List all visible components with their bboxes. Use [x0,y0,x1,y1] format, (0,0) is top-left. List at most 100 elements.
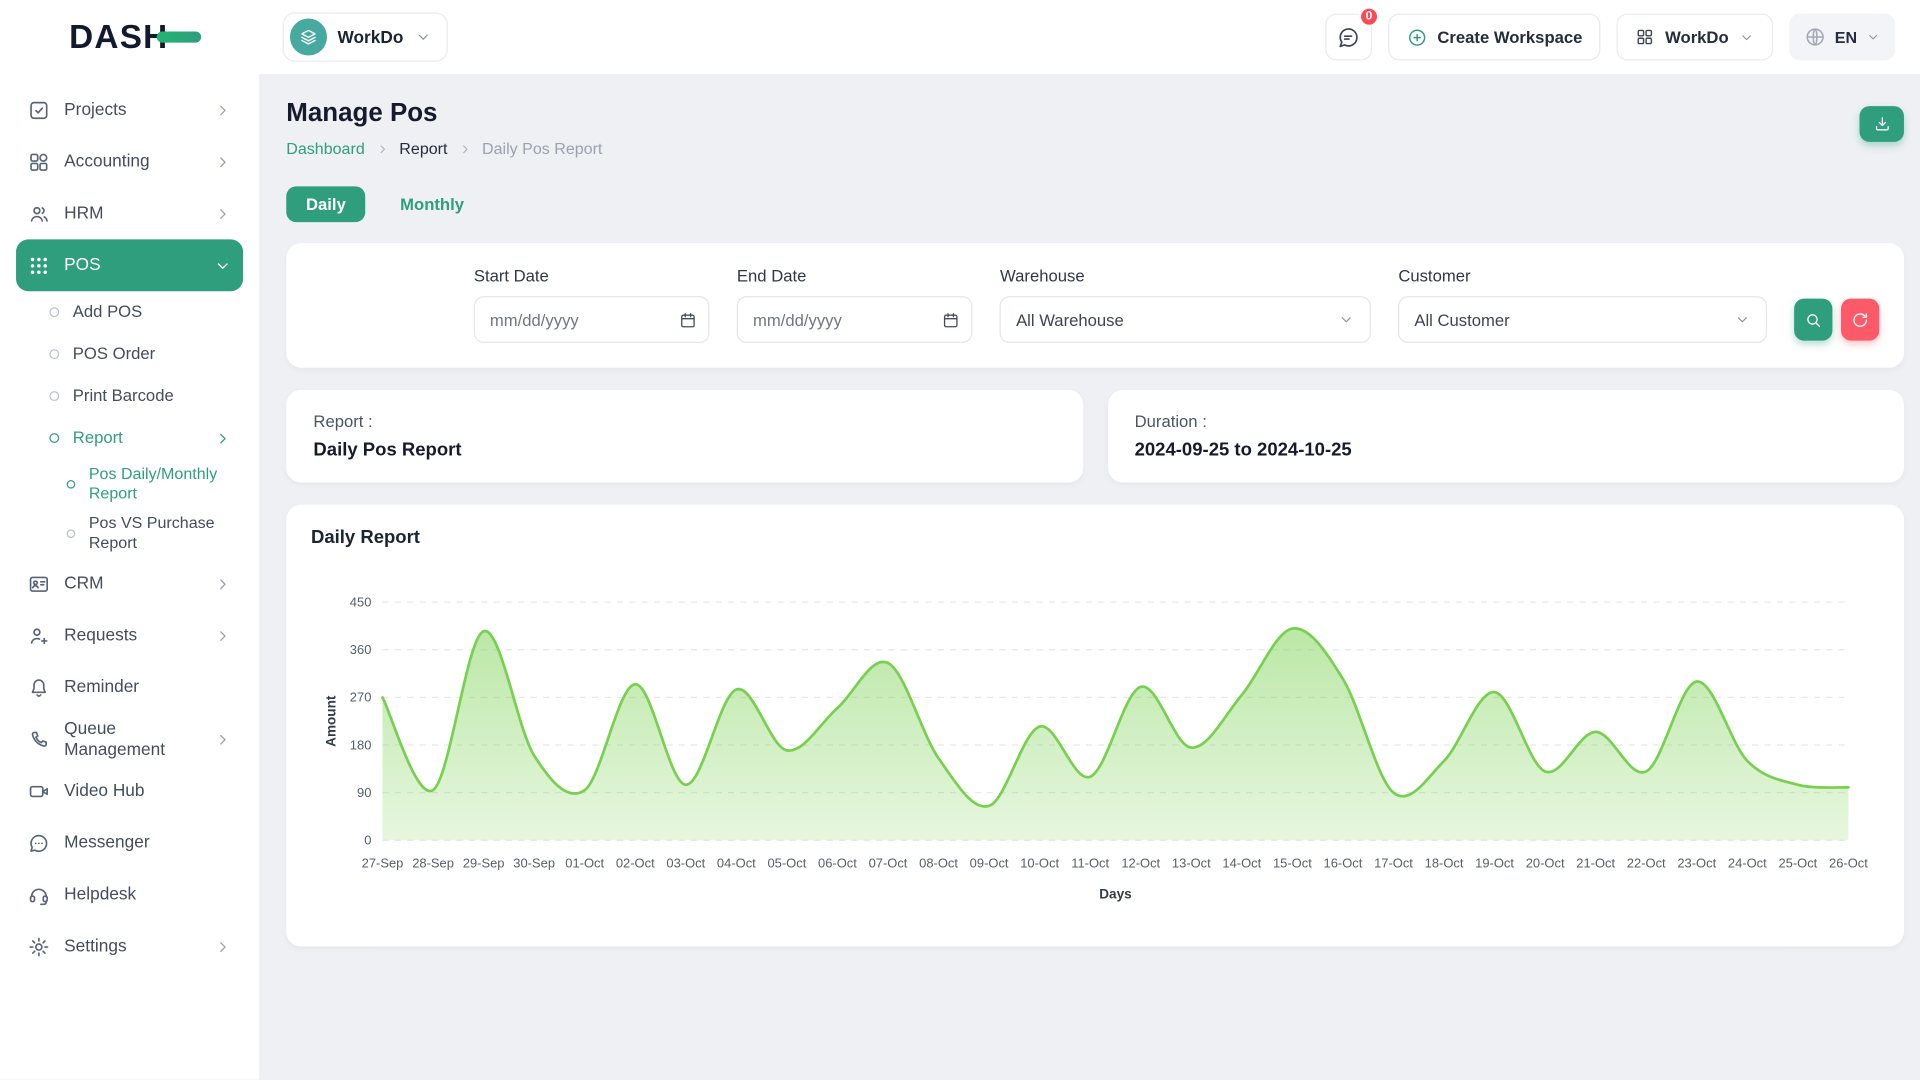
sidebar-item-label: Video Hub [64,780,144,802]
sidebar-item-messenger[interactable]: Messenger [16,817,243,869]
sidebar-item-settings[interactable]: Settings [16,921,243,973]
workspace-switcher[interactable]: WorkDo [282,12,448,61]
svg-text:450: 450 [350,594,372,609]
sidebar-item-pos-order[interactable]: POS Order [16,333,243,375]
duration-summary-card: Duration : 2024-09-25 to 2024-10-25 [1107,390,1904,483]
globe-icon [1804,26,1826,48]
calendar-icon[interactable] [942,310,961,329]
chevron-right-icon [213,937,232,956]
calendar-icon[interactable] [679,310,698,329]
sidebar-item-report[interactable]: Report [16,417,243,459]
create-workspace-button[interactable]: Create Workspace [1388,14,1601,61]
summary-cards: Report : Daily Pos Report Duration : 202… [286,390,1904,483]
warehouse-label: Warehouse [1000,267,1371,286]
sidebar: Projects Accounting HRM POS Add POS POS Order… [0,74,259,1080]
svg-text:22-Oct: 22-Oct [1627,855,1666,870]
filter-card: Start Date End Date Warehouse All Wareho… [286,243,1904,368]
sidebar-item-label: POS [64,254,100,276]
sidebar-item-label: Projects [64,99,126,121]
main-content: Manage Pos Dashboard Report Daily Pos Re… [259,74,1920,1080]
svg-text:03-Oct: 03-Oct [666,855,705,870]
breadcrumb-report[interactable]: Report [399,139,447,158]
sidebar-item-accounting[interactable]: Accounting [16,136,243,188]
svg-text:04-Oct: 04-Oct [717,855,756,870]
messenger-icon [27,831,50,854]
sidebar-item-pos-vs-purchase-report[interactable]: Pos VS Purchase Report [16,508,243,557]
report-label: Report : [313,412,1055,431]
sidebar-item-label: Settings [64,936,126,958]
breadcrumb-dashboard[interactable]: Dashboard [286,139,364,158]
svg-text:08-Oct: 08-Oct [919,855,958,870]
report-value: Daily Pos Report [313,439,1055,460]
chevron-down-icon [1338,311,1355,328]
sidebar-item-pos[interactable]: POS [16,239,243,291]
sidebar-item-label: Messenger [64,832,149,854]
grid-icon [1635,27,1655,47]
chart-card: Daily Report 09018027036045027-Sep28-Sep… [286,505,1904,947]
tab-daily[interactable]: Daily [286,186,365,222]
customer-select[interactable]: All Customer [1398,296,1767,343]
sidebar-item-label: Requests [64,625,137,647]
app-logo[interactable]: DASH [69,18,181,56]
sidebar-item-video-hub[interactable]: Video Hub [16,765,243,817]
chevron-right-icon [457,141,472,156]
requests-icon [27,624,50,647]
svg-text:13-Oct: 13-Oct [1172,855,1211,870]
sidebar-item-helpdesk[interactable]: Helpdesk [16,869,243,921]
hrm-icon [27,202,50,225]
svg-text:90: 90 [357,785,371,800]
sidebar-item-hrm[interactable]: HRM [16,188,243,240]
user-menu-button[interactable]: WorkDo [1617,14,1773,61]
svg-text:23-Oct: 23-Oct [1677,855,1716,870]
header-actions: 0 Create Workspace WorkDo EN [1325,14,1895,61]
svg-text:26-Oct: 26-Oct [1829,855,1868,870]
search-button[interactable] [1794,299,1832,341]
sidebar-item-label: Queue Management [64,718,200,761]
sidebar-item-label: POS Order [73,344,155,365]
sidebar-item-label: Reminder [64,677,139,699]
svg-text:01-Oct: 01-Oct [565,855,604,870]
svg-text:07-Oct: 07-Oct [869,855,908,870]
svg-text:0: 0 [364,833,371,848]
sidebar-item-reminder[interactable]: Reminder [16,661,243,713]
download-button[interactable] [1860,106,1904,142]
video-icon [27,779,50,802]
sidebar-item-label: HRM [64,203,103,225]
sidebar-item-requests[interactable]: Requests [16,610,243,662]
svg-text:360: 360 [350,642,372,657]
warehouse-select[interactable]: All Warehouse [1000,296,1371,343]
svg-text:180: 180 [350,737,372,752]
svg-text:14-Oct: 14-Oct [1222,855,1261,870]
sidebar-item-add-pos[interactable]: Add POS [16,291,243,333]
language-selector[interactable]: EN [1789,14,1895,61]
end-date-input[interactable] [737,296,973,343]
reset-icon [1851,310,1870,329]
svg-text:05-Oct: 05-Oct [767,855,806,870]
sidebar-item-print-barcode[interactable]: Print Barcode [16,375,243,417]
tab-monthly[interactable]: Monthly [398,186,467,222]
sidebar-item-crm[interactable]: CRM [16,558,243,610]
warehouse-value: All Warehouse [1016,310,1124,329]
svg-text:12-Oct: 12-Oct [1121,855,1160,870]
svg-text:10-Oct: 10-Oct [1020,855,1059,870]
svg-text:30-Sep: 30-Sep [513,855,555,870]
download-icon [1872,115,1891,134]
projects-icon [27,98,50,121]
bullet-icon [49,391,59,401]
sidebar-item-pos-daily-monthly-report[interactable]: Pos Daily/Monthly Report [16,459,243,508]
messages-button[interactable]: 0 [1325,14,1372,61]
duration-label: Duration : [1135,412,1877,431]
duration-value: 2024-09-25 to 2024-10-25 [1135,439,1877,460]
chart-title: Daily Report [311,527,1879,548]
chevron-right-icon [213,101,232,120]
search-icon [1804,310,1823,329]
chevron-right-icon [213,152,232,171]
sidebar-item-projects[interactable]: Projects [16,84,243,136]
sidebar-item-label: Pos Daily/Monthly Report [89,464,232,504]
sidebar-item-queue-management[interactable]: Queue Management [16,713,243,765]
start-date-input[interactable] [474,296,710,343]
reset-button[interactable] [1841,299,1879,341]
crm-icon [27,572,50,595]
chevron-right-icon [213,574,232,593]
breadcrumb-current: Daily Pos Report [482,139,602,158]
